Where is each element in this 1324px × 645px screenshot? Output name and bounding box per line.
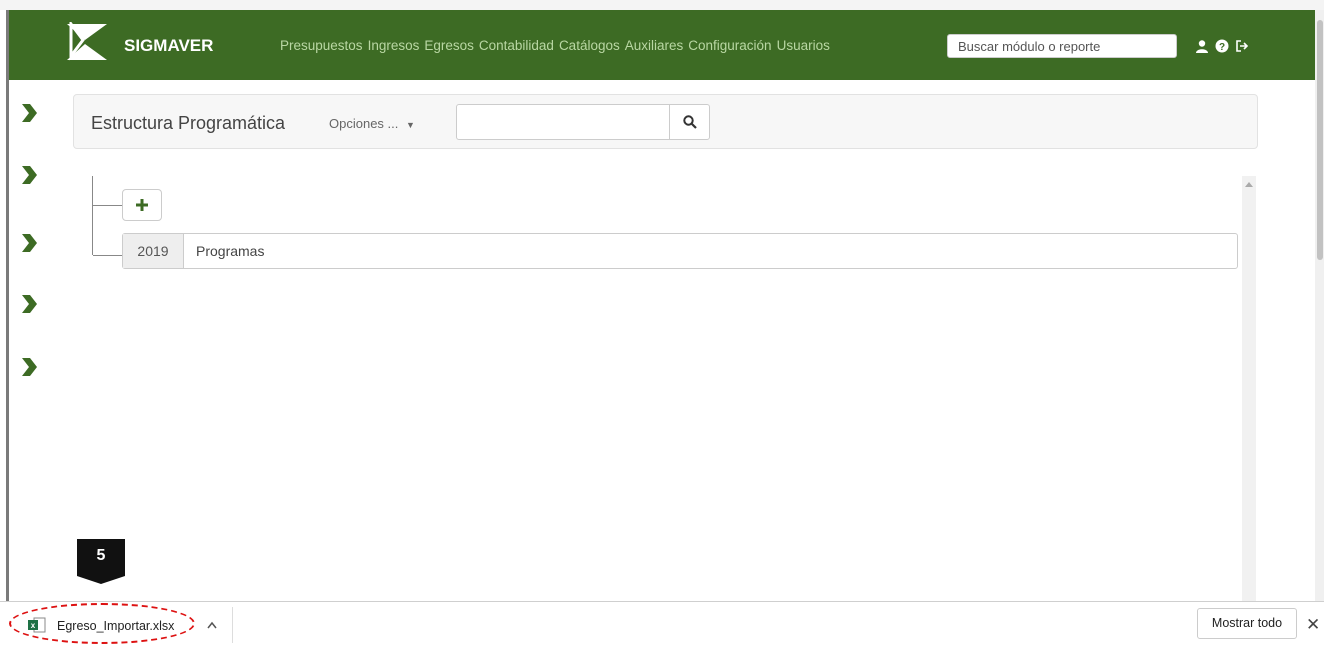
- brand-name[interactable]: SIGMAVER: [124, 36, 213, 56]
- show-all-downloads-button[interactable]: Mostrar todo: [1197, 608, 1297, 639]
- row-label: Programas: [196, 243, 265, 259]
- nav-presupuestos[interactable]: Presupuestos: [280, 38, 363, 53]
- structure-panel-header: Estructura Programática Opciones ... ▼: [73, 94, 1258, 149]
- step-callout-pointer: [77, 576, 125, 584]
- nav-usuarios[interactable]: Usuarios: [777, 38, 830, 53]
- page-top-strip: [0, 0, 1324, 10]
- page-frame: [6, 10, 9, 606]
- close-download-bar-button[interactable]: ✕: [1306, 615, 1320, 635]
- search-button[interactable]: [669, 104, 710, 140]
- nav-egresos[interactable]: Egresos: [424, 38, 474, 53]
- chevron-up-icon[interactable]: [205, 619, 219, 631]
- side-chevron-right-icon[interactable]: [20, 165, 38, 185]
- tree-connector: [92, 176, 93, 255]
- nav-catalogos[interactable]: Catálogos: [559, 38, 620, 53]
- user-icon[interactable]: [1195, 39, 1209, 53]
- sigmaver-logo-icon[interactable]: [65, 22, 109, 62]
- tree-connector: [93, 255, 122, 256]
- side-chevron-right-icon[interactable]: [20, 294, 38, 314]
- add-node-button[interactable]: [122, 189, 162, 221]
- download-bar: [0, 601, 1324, 645]
- options-dropdown[interactable]: Opciones ... ▼: [329, 116, 415, 131]
- excel-file-icon: x: [28, 617, 46, 633]
- top-navbar: SIGMAVER Presupuestos Ingresos Egresos C…: [9, 10, 1315, 80]
- side-chevron-right-icon[interactable]: [20, 103, 38, 123]
- svg-text:?: ?: [1219, 42, 1225, 53]
- side-chevron-right-icon[interactable]: [20, 233, 38, 253]
- download-separator: [232, 607, 233, 643]
- nav-contabilidad[interactable]: Contabilidad: [479, 38, 554, 53]
- main-menu: Presupuestos Ingresos Egresos Contabilid…: [280, 38, 830, 53]
- nav-configuracion[interactable]: Configuración: [688, 38, 771, 53]
- caret-down-icon: ▼: [406, 120, 415, 130]
- nav-auxiliares[interactable]: Auxiliares: [625, 38, 684, 53]
- help-icon[interactable]: ?: [1215, 39, 1229, 53]
- row-year: 2019: [123, 234, 184, 268]
- plus-icon: [136, 199, 148, 211]
- content-scrollbar[interactable]: [1242, 176, 1256, 602]
- page-title: Estructura Programática: [91, 113, 286, 133]
- structure-search-input[interactable]: [456, 104, 670, 140]
- svg-text:x: x: [31, 621, 36, 630]
- nav-ingresos[interactable]: Ingresos: [368, 38, 420, 53]
- logout-icon[interactable]: [1235, 39, 1249, 53]
- search-icon: [683, 115, 697, 129]
- download-filename[interactable]: Egreso_Importar.xlsx: [57, 619, 174, 633]
- navbar-icons: ?: [1195, 39, 1249, 53]
- module-search-input[interactable]: [947, 34, 1177, 58]
- step-callout: 5: [77, 539, 125, 576]
- page-scrollbar-thumb[interactable]: [1317, 20, 1323, 260]
- scroll-up-icon[interactable]: [1245, 182, 1253, 187]
- side-chevron-right-icon[interactable]: [20, 357, 38, 377]
- tree-row[interactable]: 2019 Programas: [122, 233, 1238, 269]
- options-label: Opciones ...: [329, 116, 399, 131]
- tree-connector: [93, 205, 122, 206]
